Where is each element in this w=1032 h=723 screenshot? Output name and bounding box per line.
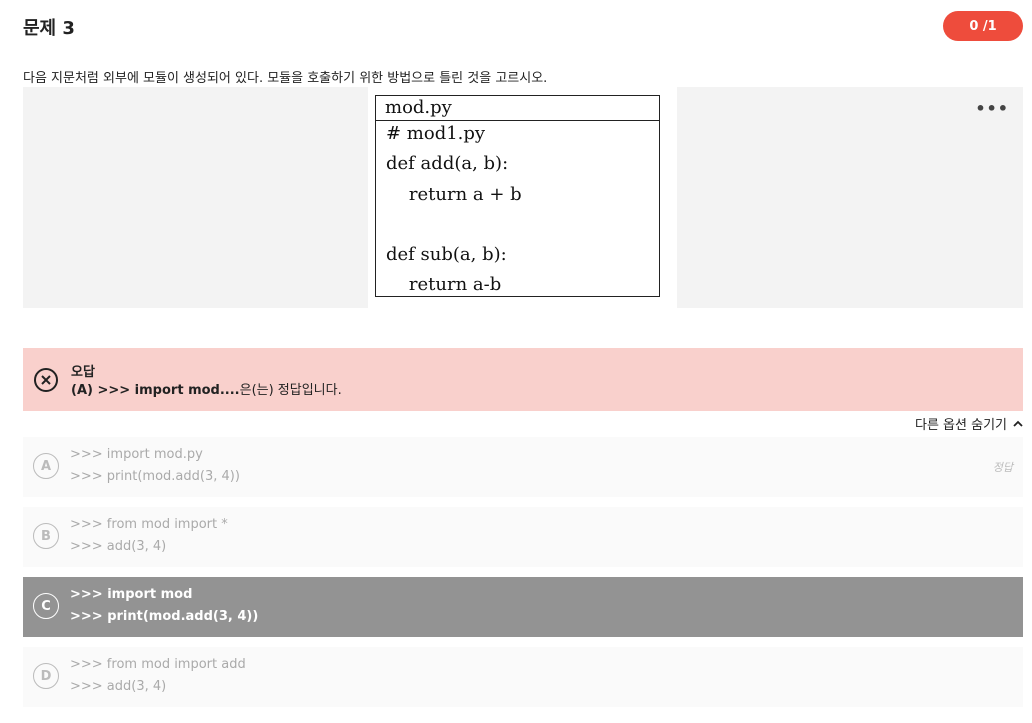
code-line: return a-b — [386, 274, 502, 295]
image-panel-right: ••• — [677, 87, 1023, 308]
option-letter: A — [33, 453, 59, 479]
code-line: def add(a, b): — [386, 153, 509, 174]
code-line: # mod1.py — [386, 123, 486, 144]
option-line: >>> add(3, 4) — [70, 539, 167, 554]
more-options-icon[interactable]: ••• — [975, 99, 1009, 118]
chevron-up-icon — [1013, 420, 1023, 427]
correct-answer-suffix: 은(는) 정답입니다. — [239, 383, 342, 398]
question-title: 문제 3 — [23, 18, 75, 39]
result-status: 오답 — [71, 365, 95, 380]
option-line: >>> import mod.py — [70, 447, 203, 462]
option-line: >>> print(mod.add(3, 4)) — [70, 469, 240, 484]
option-letter: B — [33, 523, 59, 549]
option-line: >>> import mod — [70, 587, 193, 602]
code-filename: mod.py — [376, 96, 659, 121]
option-b[interactable]: B >>> from mod import * >>> add(3, 4) — [23, 507, 1023, 567]
option-line: >>> from mod import add — [70, 657, 246, 672]
result-description: (A) >>> import mod....은(는) 정답입니다. — [71, 379, 342, 398]
correct-answer-text: (A) >>> import mod.... — [71, 383, 240, 398]
option-c[interactable]: C >>> import mod >>> print(mod.add(3, 4)… — [23, 577, 1023, 637]
correct-answer-tag: 정답 — [992, 461, 1013, 474]
question-text: 다음 지문처럼 외부에 모듈이 생성되어 있다. 모듈을 호출하기 위한 방법으… — [23, 71, 548, 86]
option-a[interactable]: A >>> import mod.py >>> print(mod.add(3,… — [23, 437, 1023, 497]
image-panel-left — [23, 87, 368, 308]
code-line: return a + b — [386, 184, 522, 205]
code-line: def sub(a, b): — [386, 244, 507, 265]
code-image: mod.py # mod1.py def add(a, b): return a… — [375, 95, 660, 297]
score-badge: 0 /1 — [943, 11, 1023, 41]
option-d[interactable]: D >>> from mod import add >>> add(3, 4) — [23, 647, 1023, 707]
option-line: >>> from mod import * — [70, 517, 228, 532]
option-letter: C — [33, 593, 59, 619]
option-letter: D — [33, 663, 59, 689]
toggle-label: 다른 옵션 숨기기 — [915, 418, 1007, 433]
option-line: >>> add(3, 4) — [70, 679, 167, 694]
close-circle-icon — [34, 368, 58, 392]
result-banner: 오답 (A) >>> import mod....은(는) 정답입니다. — [23, 348, 1023, 411]
hide-options-toggle[interactable]: 다른 옵션 숨기기 — [915, 414, 1023, 433]
option-line: >>> print(mod.add(3, 4)) — [70, 609, 259, 624]
